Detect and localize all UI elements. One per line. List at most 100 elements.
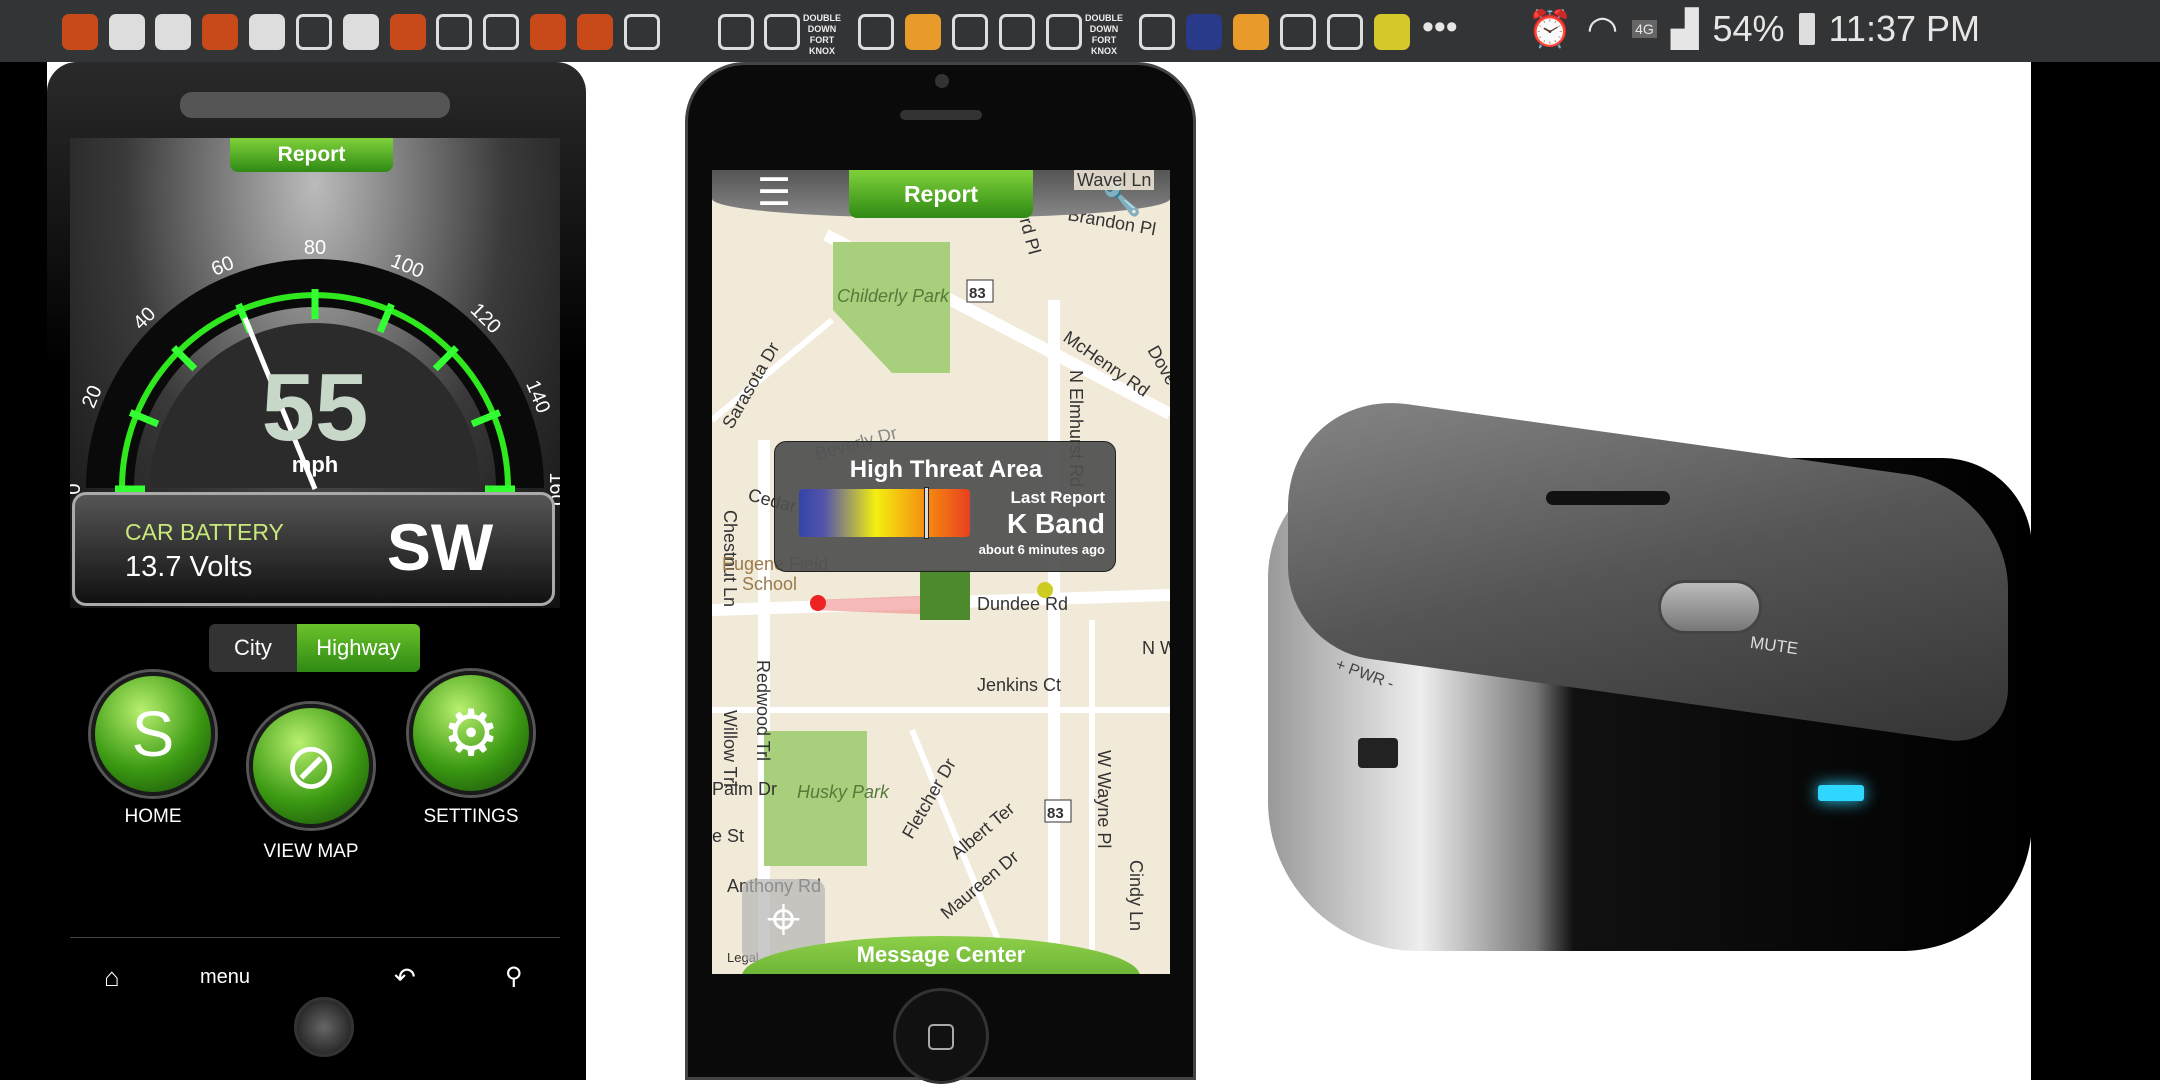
- svg-text:Sarasota Dr: Sarasota Dr: [718, 339, 783, 432]
- power-switch[interactable]: [1358, 738, 1398, 768]
- gmail-icon: [764, 14, 801, 50]
- snake-logo-icon: S: [131, 698, 175, 770]
- divider: [70, 937, 560, 938]
- n-icon: [108, 14, 145, 50]
- mode-city[interactable]: City: [209, 624, 297, 672]
- gauge-tick-label: 80: [304, 237, 326, 259]
- mute-button[interactable]: [1658, 580, 1762, 634]
- paypal-icon: [717, 14, 754, 50]
- radar-detector-device: MUTE + PWR -: [1268, 387, 2032, 951]
- grid-icon: [1139, 14, 1176, 50]
- speaker-grille: [180, 92, 450, 118]
- compass-icon: ⊘: [284, 730, 338, 802]
- report-time: about 6 minutes ago: [978, 542, 1105, 557]
- svg-text:Cindy Ln: Cindy Ln: [1126, 860, 1146, 931]
- doubledown-label: DOUBLE DOWN FORT KNOX: [1085, 13, 1123, 57]
- svg-text:N W: N W: [1142, 638, 1170, 658]
- game-icon: [530, 14, 567, 50]
- vent-slot: [1546, 491, 1670, 505]
- settings-label: SETTINGS: [423, 806, 519, 827]
- iphone-home-button[interactable]: [893, 988, 989, 1084]
- camera: [935, 74, 949, 88]
- svg-text:e St: e St: [712, 826, 744, 846]
- game-icon: [577, 14, 614, 50]
- nav-home-icon[interactable]: ⌂: [104, 962, 120, 993]
- smile-icon: [342, 14, 379, 50]
- bitcoin-icon: [904, 14, 941, 50]
- letterbox-left: [0, 62, 47, 1080]
- clock: 11:37 PM: [1828, 8, 1980, 49]
- grid-icon: [858, 14, 895, 50]
- mode-toggle[interactable]: City Highway: [209, 624, 420, 672]
- svg-text:Husky Park: Husky Park: [797, 782, 890, 802]
- threat-meter: [799, 487, 970, 539]
- bird-icon: [623, 14, 660, 50]
- threat-marker: [920, 570, 970, 620]
- svg-text:Maureen Dr: Maureen Dr: [937, 847, 1023, 923]
- wifi-icon: ◠: [1586, 8, 1619, 49]
- crosshair-icon: ⌖: [766, 885, 801, 952]
- game-icon: [389, 14, 426, 50]
- svg-text:School: School: [742, 574, 797, 594]
- bird-icon: [483, 14, 520, 50]
- image-icon: [998, 14, 1035, 50]
- menu-icon[interactable]: ☰: [757, 174, 791, 212]
- status-bar: DOUBLE DOWN FORT KNOX DOUBLE DOWN FORT K…: [0, 0, 2160, 62]
- gmail-icon: [951, 14, 988, 50]
- letterbox-right: [2031, 62, 2160, 1080]
- bird-icon: [295, 14, 332, 50]
- svg-text:W Wayne Pl: W Wayne Pl: [1094, 750, 1114, 848]
- battery-icon: [1798, 13, 1815, 45]
- svg-text:Willow Trl: Willow Trl: [720, 710, 740, 787]
- threat-needle: [924, 487, 930, 539]
- band: K Band: [1007, 508, 1105, 539]
- game-icon: [202, 14, 239, 50]
- speed-unit: mph: [291, 452, 339, 477]
- map[interactable]: Childerly Park Husky Park McHenry Rd Sar…: [712, 170, 1170, 974]
- status-led: [1818, 785, 1864, 801]
- settings-button[interactable]: ⚙: [409, 671, 533, 795]
- mode-highway[interactable]: Highway: [296, 624, 420, 672]
- battery-percent: 54%: [1712, 8, 1785, 49]
- nav-menu[interactable]: menu: [200, 966, 250, 989]
- svg-text:Redwood Trl: Redwood Trl: [753, 660, 773, 761]
- threat-popup[interactable]: High Threat Area Last Report K Band abou…: [774, 441, 1116, 572]
- gmail-icon: [1045, 14, 1082, 50]
- facebook-icon: [436, 14, 473, 50]
- map-label-wavel: Wavel Ln: [1074, 170, 1155, 190]
- map-screen[interactable]: Childerly Park Husky Park McHenry Rd Sar…: [712, 170, 1170, 974]
- nav-search-icon[interactable]: ⚲: [505, 962, 523, 991]
- red-alert-marker: [810, 595, 826, 611]
- bitcoin-icon: [1232, 14, 1269, 50]
- nav-back-icon[interactable]: ↶: [394, 962, 416, 993]
- home-square-icon: [928, 1024, 954, 1050]
- svg-text:Palm Dr: Palm Dr: [712, 779, 777, 799]
- ball-icon: [1373, 14, 1410, 50]
- home-app-button[interactable]: S: [91, 672, 215, 796]
- speed-value: 55: [261, 354, 369, 461]
- yellow-alert-marker: [1037, 582, 1053, 598]
- svg-text:83: 83: [969, 285, 986, 302]
- home-label: HOME: [124, 806, 182, 827]
- svg-text:Childerly Park: Childerly Park: [837, 286, 950, 306]
- svg-text:83: 83: [1047, 805, 1064, 822]
- n-icon: [249, 14, 286, 50]
- view-map-button[interactable]: ⊘: [249, 704, 373, 828]
- trackball[interactable]: [294, 997, 354, 1057]
- report-tab[interactable]: Report: [849, 170, 1033, 218]
- gear-icon: ⚙: [442, 697, 500, 769]
- network-type: 4G: [1632, 20, 1657, 38]
- heading: SW: [386, 510, 494, 584]
- popup-title: High Threat Area: [849, 456, 1043, 483]
- more-notifications-icon: •••: [1422, 8, 1458, 46]
- signal-icon: ▟: [1670, 8, 1699, 49]
- info-panel: CAR BATTERY 13.7 Volts SW: [72, 492, 555, 606]
- earpiece: [900, 110, 982, 120]
- doubledown-label: DOUBLE DOWN FORT KNOX: [803, 13, 841, 57]
- captain-icon: [1186, 14, 1223, 50]
- report-tab[interactable]: Report: [230, 138, 393, 172]
- svg-text:Dundee Rd: Dundee Rd: [977, 594, 1068, 614]
- l-icon: [1326, 14, 1363, 50]
- svg-text:Jenkins Ct: Jenkins Ct: [977, 675, 1061, 695]
- game-icon: [61, 14, 98, 50]
